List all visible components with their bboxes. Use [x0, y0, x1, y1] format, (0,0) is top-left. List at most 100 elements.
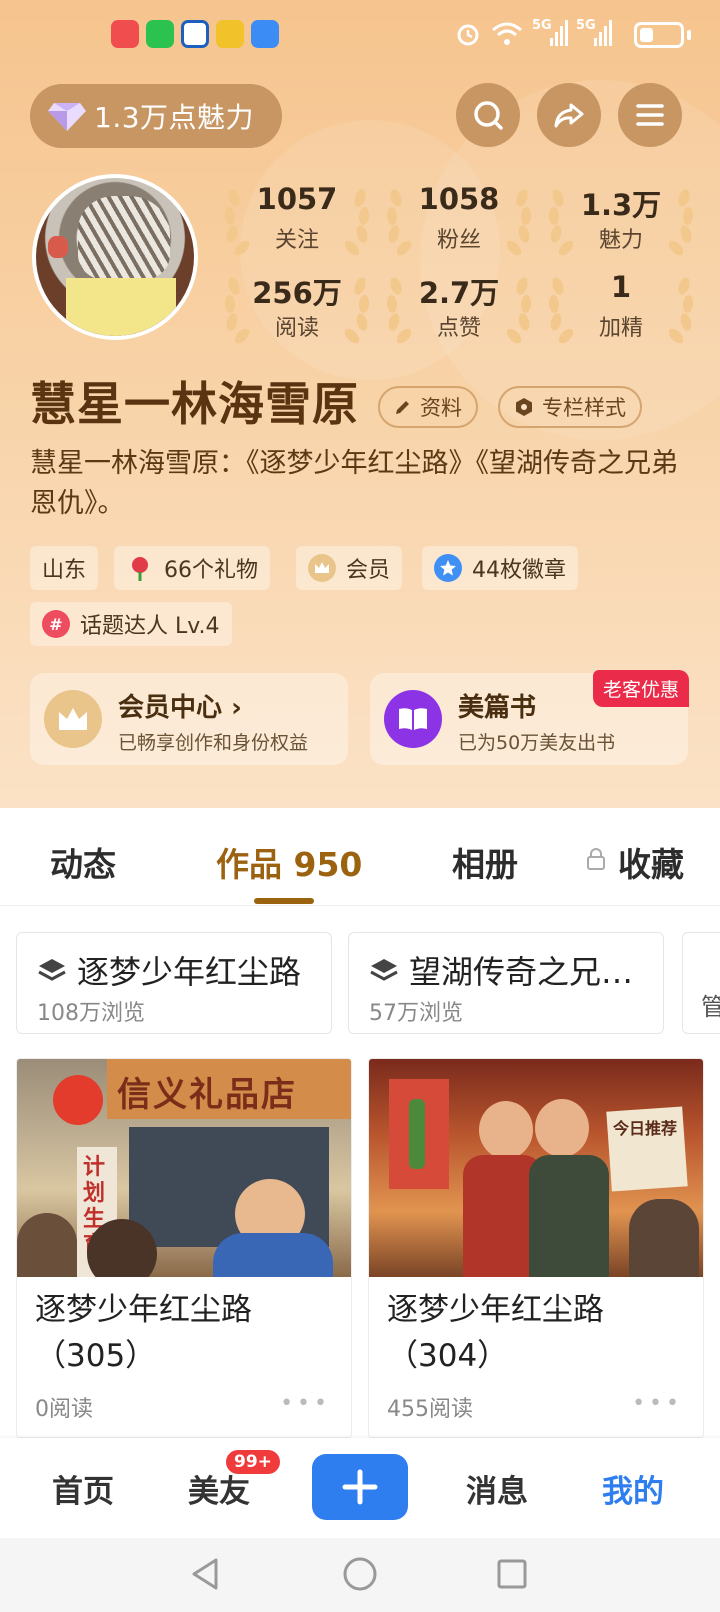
- plus-icon: [342, 1469, 378, 1505]
- create-button[interactable]: [312, 1454, 408, 1520]
- tab-album[interactable]: 相册: [452, 838, 518, 886]
- recent-apps-icon[interactable]: [496, 1558, 528, 1590]
- stat-value: 1057: [256, 182, 338, 216]
- meipian-book-title: 美篇书: [458, 693, 537, 723]
- home-icon[interactable]: [342, 1556, 378, 1592]
- stat-label: 粉丝: [436, 228, 481, 253]
- back-icon[interactable]: [188, 1556, 222, 1592]
- crown-icon: [308, 554, 336, 582]
- signal-icon-1: [550, 20, 568, 46]
- tab-works[interactable]: 作品 950: [216, 838, 362, 886]
- gifts-label: 66个礼物: [164, 558, 258, 583]
- bank-app-icon: [181, 20, 209, 48]
- bottom-nav: 首页 美友 99+ 消息 我的: [0, 1438, 720, 1538]
- charm-points-pill[interactable]: 1.3万点魅力: [30, 84, 282, 148]
- member-tag[interactable]: 会员: [296, 546, 403, 590]
- user-name: 慧星一林海雪原: [30, 377, 359, 431]
- location-label: 山东: [42, 558, 87, 583]
- lottery-app-icon: [216, 20, 244, 48]
- article-title: 逐梦少年红尘路（304）: [387, 1292, 604, 1374]
- profile-bio: 慧星一林海雪原：《逐梦少年红尘路》《望湖传奇之兄弟恩仇》。: [30, 448, 678, 519]
- network-type-2: 5G: [576, 18, 596, 33]
- stat-value: 1058: [418, 182, 500, 216]
- stat-value: 1: [610, 270, 632, 304]
- shop-sign-text: 信义礼品店: [117, 1075, 297, 1115]
- diamond-icon: [48, 103, 86, 131]
- meipian-book-subtitle: 已为50万美友出书: [458, 732, 616, 754]
- star-badge-icon: [434, 554, 462, 582]
- gifts-tag[interactable]: 66个礼物: [114, 546, 270, 590]
- stat-1[interactable]: 1058 粉丝: [384, 176, 534, 260]
- nav-messages[interactable]: 消息: [466, 1466, 528, 1511]
- stat-4[interactable]: 2.7万点赞: [384, 264, 534, 348]
- hamburger-menu-icon: [636, 104, 664, 126]
- meipian-book-card[interactable]: 美篇书 已为50万美友出书 老客优惠: [370, 670, 689, 765]
- stat-value: 2.7万: [418, 276, 500, 310]
- collection-title: 管: [701, 993, 720, 1021]
- more-options-icon[interactable]: •••: [280, 1391, 331, 1416]
- article-card[interactable]: 信义礼品店 计划生育 逐梦少年红尘路（305） 0阅读 •••: [16, 1058, 352, 1438]
- map-app-icon: [251, 20, 279, 48]
- badges-tag[interactable]: 44枚徽章: [422, 546, 578, 590]
- returning-customer-badge: 老客优惠: [592, 670, 689, 707]
- topic-expert-label: 话题达人 Lv.4: [80, 614, 220, 639]
- lock-icon: [587, 848, 605, 870]
- hashtag-icon: #: [42, 610, 70, 638]
- system-navigation-bar: [0, 1538, 720, 1612]
- signal-icon-2: [594, 20, 612, 46]
- notification-badge: 99+: [226, 1450, 280, 1474]
- column-style-button[interactable]: 专栏样式: [498, 386, 642, 428]
- badges-label: 44枚徽章: [472, 558, 566, 583]
- stat-5[interactable]: 1 加精: [546, 264, 696, 348]
- stat-0[interactable]: 1057 关注: [222, 176, 372, 260]
- tab-feed[interactable]: 动态: [50, 838, 116, 886]
- crown-icon: [44, 690, 102, 748]
- stat-label: 加精: [598, 316, 643, 341]
- collection-card[interactable]: 望湖传奇之兄… 57万浏览: [348, 932, 664, 1034]
- article-cover-image: 今日推荐: [369, 1059, 703, 1277]
- stat-2[interactable]: 1.3万 魅力: [546, 176, 696, 260]
- search-icon: [474, 101, 503, 130]
- share-button[interactable]: [537, 83, 601, 147]
- stat-value: 1.3万: [580, 188, 662, 222]
- article-read-count: 455阅读: [387, 1397, 473, 1422]
- alarm-icon: [457, 24, 479, 46]
- layers-icon: [38, 959, 66, 981]
- member-center-card[interactable]: 会员中心 › 已畅享创作和身份权益: [30, 673, 348, 765]
- status-bar: 5G 5G: [0, 0, 720, 66]
- rose-icon: [126, 554, 154, 582]
- share-icon: [554, 103, 584, 128]
- menu-button[interactable]: [618, 83, 682, 147]
- more-options-icon[interactable]: •••: [632, 1391, 683, 1416]
- chevron-right-icon: ›: [231, 693, 242, 723]
- edit-profile-label: 资料: [420, 396, 462, 420]
- member-label: 会员: [346, 558, 391, 583]
- tab-favorites[interactable]: 收藏: [618, 838, 684, 886]
- topic-expert-tag[interactable]: # 话题达人 Lv.4: [30, 602, 232, 646]
- wechat-icon: [146, 20, 174, 48]
- avatar[interactable]: [32, 174, 198, 340]
- nav-home[interactable]: 首页: [52, 1466, 114, 1511]
- article-read-count: 0阅读: [35, 1397, 93, 1422]
- book-icon: [384, 690, 442, 748]
- nav-me[interactable]: 我的: [602, 1466, 664, 1511]
- poster-text: 今日推荐: [613, 1119, 678, 1138]
- article-card[interactable]: 今日推荐 逐梦少年红尘路（304） 455阅读 •••: [368, 1058, 704, 1438]
- search-button[interactable]: [456, 83, 520, 147]
- shopping-app-icon: [111, 20, 139, 48]
- collection-card[interactable]: 管: [682, 932, 720, 1034]
- article-title: 逐梦少年红尘路（305）: [35, 1292, 252, 1374]
- stat-label: 点赞: [436, 316, 481, 341]
- article-cover-image: 信义礼品店 计划生育: [17, 1059, 351, 1277]
- stat-3[interactable]: 256万 阅读: [222, 264, 372, 348]
- collection-views: 57万浏览: [369, 1001, 463, 1026]
- profile-tabs: 动态 作品 950 相册 收藏: [0, 808, 720, 906]
- network-type-1: 5G: [532, 18, 552, 33]
- pencil-icon: [396, 401, 409, 414]
- stat-label: 关注: [274, 228, 319, 253]
- edit-profile-button[interactable]: 资料: [378, 386, 478, 428]
- active-tab-indicator: [254, 898, 314, 904]
- hexagon-icon: [516, 398, 532, 416]
- collection-card[interactable]: 逐梦少年红尘路 108万浏览: [16, 932, 332, 1034]
- battery-icon: [634, 22, 684, 48]
